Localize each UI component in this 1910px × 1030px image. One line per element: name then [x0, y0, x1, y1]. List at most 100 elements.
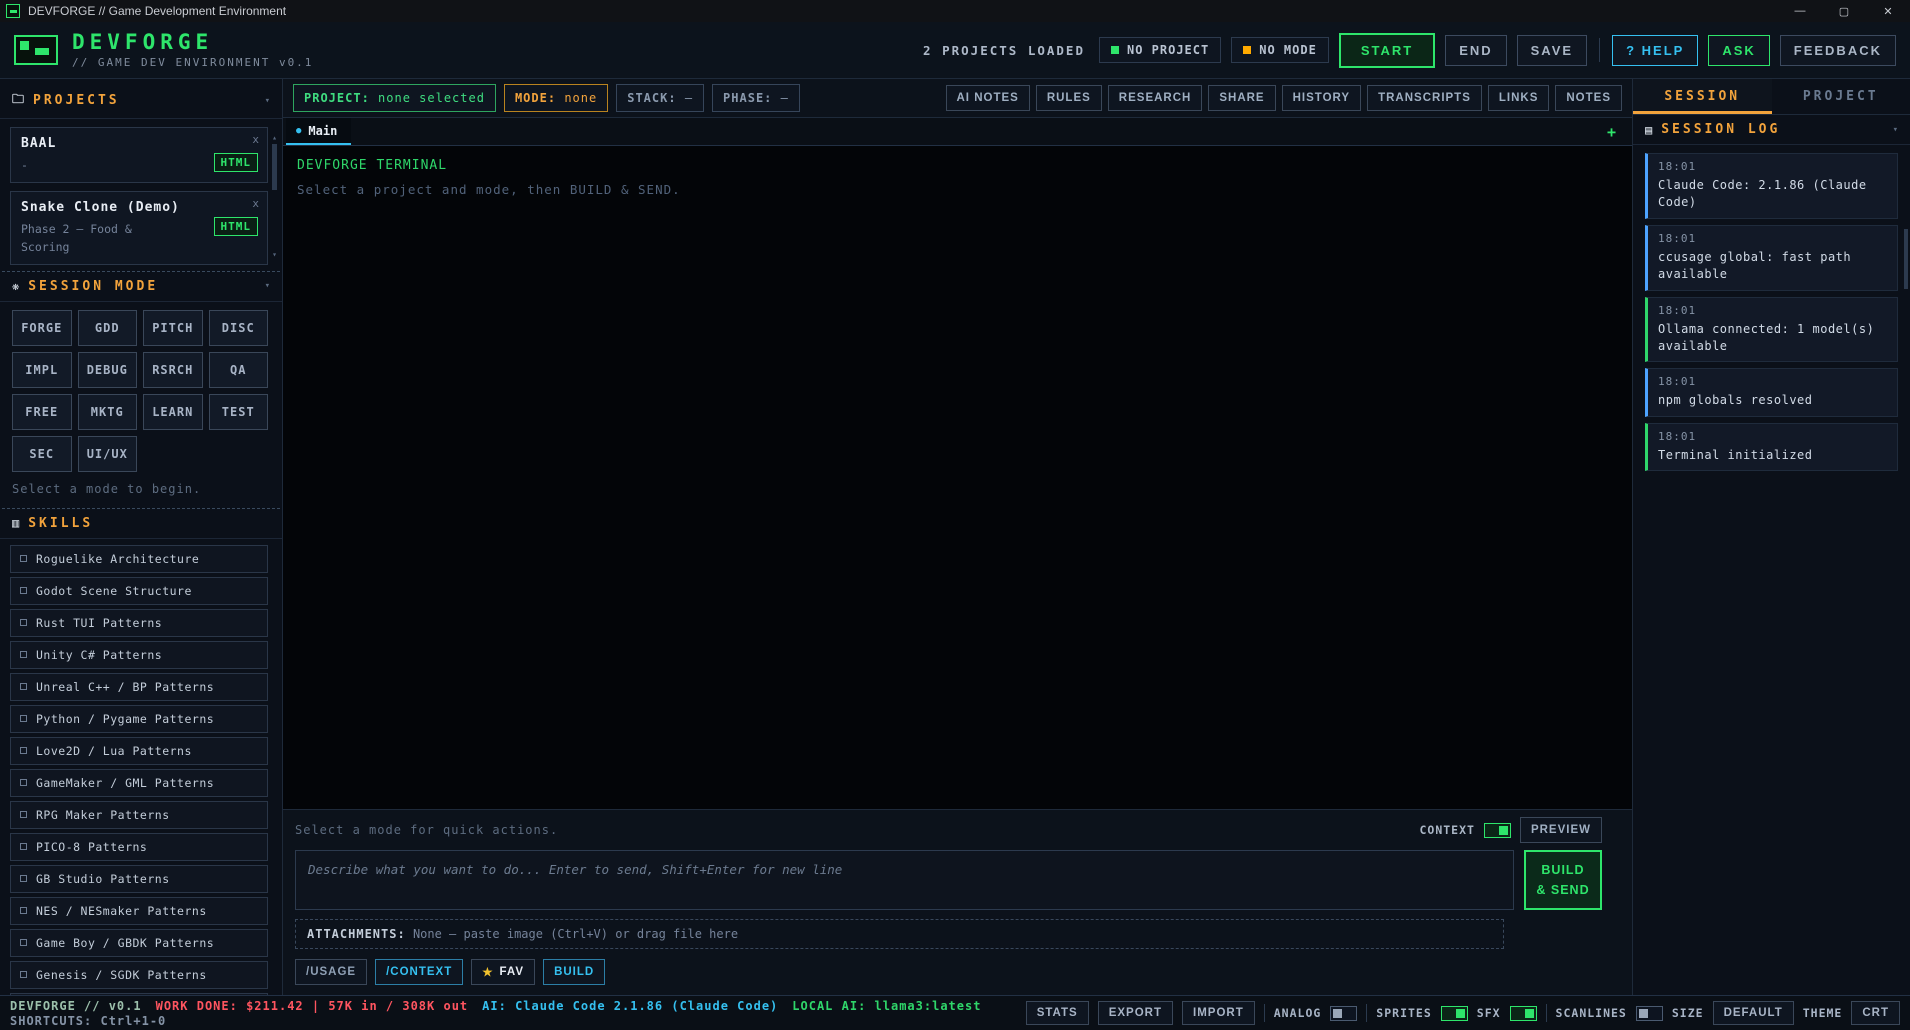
tab-project[interactable]: PROJECT	[1772, 79, 1910, 114]
scrollbar-thumb[interactable]	[272, 144, 277, 190]
mode-button[interactable]: TEST	[209, 394, 269, 430]
chevron-down-icon[interactable]: ▾	[265, 96, 270, 106]
mode-button[interactable]: LEARN	[143, 394, 203, 430]
project-card[interactable]: Snake Clone (Demo) Phase 2 — Food & Scor…	[10, 191, 268, 265]
projects-scrollbar[interactable]: ▴ ▾	[270, 133, 279, 259]
mode-button[interactable]: FREE	[12, 394, 72, 430]
mode-button[interactable]: DISC	[209, 310, 269, 346]
terminal-hint: Select a project and mode, then BUILD & …	[297, 182, 1618, 197]
skill-item[interactable]: RPG Maker Patterns	[10, 801, 268, 829]
session-mode-section-header: ❋ SESSION MODE ▾	[0, 272, 282, 302]
mode-button[interactable]: SEC	[12, 436, 72, 472]
add-tab-icon[interactable]: +	[1591, 118, 1632, 145]
import-button[interactable]: IMPORT	[1182, 1001, 1255, 1025]
ask-button[interactable]: ASK	[1708, 35, 1769, 66]
close-icon[interactable]: ✕	[1866, 0, 1910, 22]
skill-item[interactable]: GB Studio Patterns	[10, 865, 268, 893]
share-button[interactable]: SHARE	[1208, 85, 1275, 111]
end-button[interactable]: END	[1445, 35, 1506, 66]
rules-button[interactable]: RULES	[1036, 85, 1102, 111]
context-command-button[interactable]: /CONTEXT	[375, 959, 463, 985]
mode-button[interactable]: GDD	[78, 310, 138, 346]
history-button[interactable]: HISTORY	[1282, 85, 1361, 111]
skill-item[interactable]: Godot Scene Structure	[10, 577, 268, 605]
skill-item[interactable]: NES / NESmaker Patterns	[10, 897, 268, 925]
composer-actions: /USAGE /CONTEXT ★ FAV BUILD	[283, 949, 1632, 991]
build-send-button[interactable]: BUILD & SEND	[1524, 850, 1602, 910]
skill-item[interactable]: GBA / devkitPro Patterns	[10, 993, 268, 995]
transcripts-button[interactable]: TRANSCRIPTS	[1367, 85, 1482, 111]
checkbox-icon	[20, 747, 27, 754]
skill-item[interactable]: GameMaker / GML Patterns	[10, 769, 268, 797]
status-controls: STATS EXPORT IMPORT ANALOG SPRITES SFX S…	[1026, 1001, 1900, 1025]
mode-button[interactable]: QA	[209, 352, 269, 388]
notes-button[interactable]: NOTES	[1555, 85, 1622, 111]
theme-label: THEME	[1803, 1006, 1843, 1020]
mode-button[interactable]: RSRCH	[143, 352, 203, 388]
feedback-button[interactable]: FEEDBACK	[1780, 35, 1896, 66]
session-panel: SESSION PROJECT ▤ SESSION LOG ▾ 18:01 Cl…	[1632, 79, 1910, 995]
skill-item[interactable]: Unity C# Patterns	[10, 641, 268, 669]
skill-item[interactable]: PICO-8 Patterns	[10, 833, 268, 861]
chevron-down-icon[interactable]: ▾	[265, 281, 270, 291]
research-button[interactable]: RESEARCH	[1108, 85, 1203, 111]
close-project-icon[interactable]: x	[252, 133, 259, 146]
mode-button[interactable]: MKTG	[78, 394, 138, 430]
project-chip: PROJECT: none selected	[293, 84, 496, 112]
clipboard-icon: ▤	[1645, 123, 1652, 137]
status-app-version: DEVFORGE // v0.1	[10, 999, 142, 1013]
status-info: DEVFORGE // v0.1 WORK DONE: $211.42 | 57…	[10, 999, 981, 1028]
skill-item[interactable]: Python / Pygame Patterns	[10, 705, 268, 733]
main-area: PROJECT: none selected MODE: none STACK:…	[283, 79, 1632, 995]
links-button[interactable]: LINKS	[1488, 85, 1550, 111]
checkbox-icon	[20, 619, 27, 626]
save-button[interactable]: SAVE	[1517, 35, 1587, 66]
start-button[interactable]: START	[1339, 33, 1435, 68]
phase-chip: PHASE: –	[712, 84, 800, 112]
skill-item[interactable]: Rust TUI Patterns	[10, 609, 268, 637]
build-button[interactable]: BUILD	[543, 959, 605, 985]
mode-button[interactable]: IMPL	[12, 352, 72, 388]
skill-item[interactable]: Unreal C++ / BP Patterns	[10, 673, 268, 701]
log-entry: 18:01 Claude Code: 2.1.86 (Claude Code)	[1645, 153, 1898, 219]
checkbox-icon	[20, 683, 27, 690]
sfx-toggle[interactable]	[1510, 1006, 1537, 1021]
sprites-toggle[interactable]	[1441, 1006, 1468, 1021]
skill-item[interactable]: Roguelike Architecture	[10, 545, 268, 573]
attachments-dropzone[interactable]: ATTACHMENTS: None — paste image (Ctrl+V)…	[295, 919, 1504, 949]
fav-button[interactable]: ★ FAV	[471, 959, 535, 985]
panel-scrollbar-thumb[interactable]	[1904, 229, 1908, 289]
help-button[interactable]: ? HELP	[1612, 35, 1698, 66]
no-project-badge: NO PROJECT	[1099, 37, 1221, 63]
scroll-up-icon[interactable]: ▴	[272, 133, 277, 142]
skill-item[interactable]: Love2D / Lua Patterns	[10, 737, 268, 765]
theme-crt-button[interactable]: CRT	[1851, 1001, 1900, 1025]
mode-button[interactable]: FORGE	[12, 310, 72, 346]
close-project-icon[interactable]: x	[252, 197, 259, 210]
analog-toggle[interactable]	[1330, 1006, 1357, 1021]
minimize-icon[interactable]: —	[1778, 0, 1822, 22]
project-card[interactable]: BAAL - x HTML	[10, 127, 268, 183]
mode-button[interactable]: PITCH	[143, 310, 203, 346]
usage-button[interactable]: /USAGE	[295, 959, 367, 985]
mode-button[interactable]: UI/UX	[78, 436, 138, 472]
tab-main[interactable]: ● Main	[286, 118, 351, 145]
prompt-input[interactable]	[295, 850, 1514, 910]
export-button[interactable]: EXPORT	[1098, 1001, 1173, 1025]
mode-button[interactable]: DEBUG	[78, 352, 138, 388]
scroll-down-icon[interactable]: ▾	[272, 250, 277, 259]
chevron-down-icon[interactable]: ▾	[1893, 125, 1898, 135]
size-default-button[interactable]: DEFAULT	[1713, 1001, 1794, 1025]
preview-button[interactable]: PREVIEW	[1520, 817, 1602, 843]
context-toggle[interactable]	[1484, 823, 1511, 838]
status-divider	[1264, 1004, 1265, 1022]
stats-button[interactable]: STATS	[1026, 1001, 1089, 1025]
skill-item[interactable]: Game Boy / GBDK Patterns	[10, 929, 268, 957]
scanlines-toggle[interactable]	[1636, 1006, 1663, 1021]
ai-notes-button[interactable]: AI NOTES	[946, 85, 1030, 111]
stack-chip: STACK: –	[616, 84, 704, 112]
tab-session[interactable]: SESSION	[1633, 79, 1772, 114]
maximize-icon[interactable]: ▢	[1822, 0, 1866, 22]
app-name: DEVFORGE	[72, 32, 313, 53]
skill-item[interactable]: Genesis / SGDK Patterns	[10, 961, 268, 989]
